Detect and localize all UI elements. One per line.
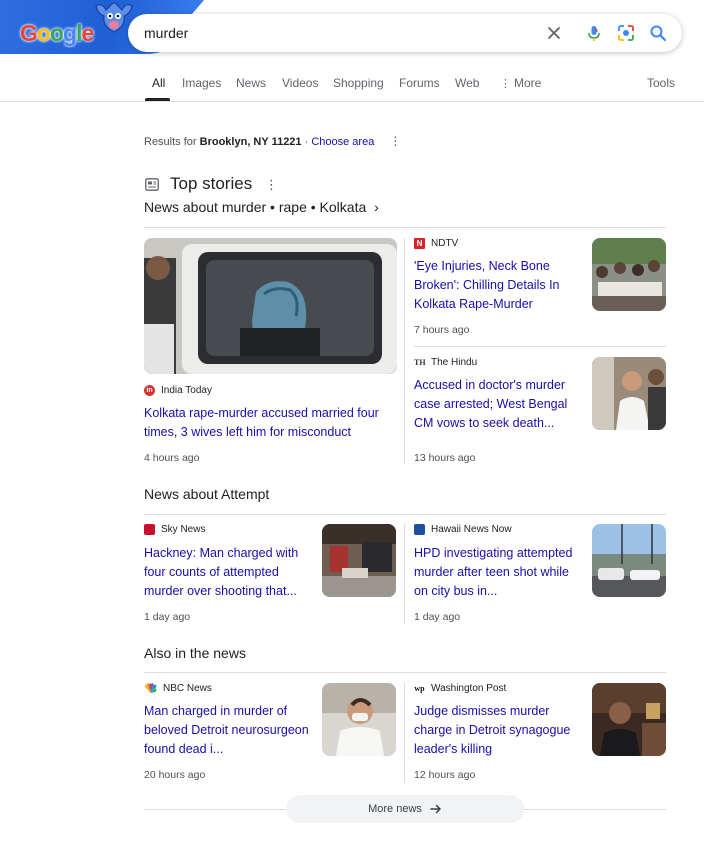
hindu-story-headline[interactable]: Accused in doctor's murder case arrested… (414, 376, 582, 433)
tab-shopping[interactable]: Shopping (333, 76, 384, 90)
camera-lens-icon[interactable] (616, 23, 636, 43)
hawaii-news-now-logo-icon (414, 524, 425, 535)
logo-letter: g (63, 20, 77, 46)
story-time: 20 hours ago (144, 769, 206, 781)
newspaper-icon (145, 178, 159, 191)
story-source: TH The Hindu (414, 357, 477, 368)
also-right-image[interactable] (592, 683, 666, 756)
ndtv-story-headline[interactable]: 'Eye Injuries, Neck Bone Broken': Chilli… (414, 257, 582, 314)
source-name: India Today (161, 385, 212, 396)
top-stories-title: Top stories ⋮ (170, 174, 278, 194)
source-name: NDTV (431, 238, 459, 249)
choose-area-link[interactable]: Choose area (311, 136, 374, 148)
courtroom-photo (592, 683, 666, 756)
featured-story-image[interactable] (144, 238, 397, 374)
location-prefix: Results for (144, 136, 200, 148)
search-tabs: All Images News Videos Shopping Forums W… (0, 70, 704, 102)
logo-letter: o (36, 20, 51, 46)
also-right-headline[interactable]: Judge dismisses murder charge in Detroit… (414, 702, 582, 759)
also-section-title: Also in the news (144, 645, 246, 661)
more-news-label: More news (368, 803, 422, 815)
source-name: Washington Post (431, 683, 507, 694)
source-name: Sky News (161, 524, 206, 535)
logo-letter: o (49, 20, 64, 46)
source-name: NBC News (163, 683, 212, 694)
attempt-right-headline[interactable]: HPD investigating attempted murder after… (414, 544, 582, 601)
more-dots-icon: ⋮ (500, 78, 511, 90)
tools-button[interactable]: Tools (647, 76, 675, 90)
story-time: 1 day ago (414, 611, 461, 623)
location-place: Brooklyn, NY 11221 (199, 136, 302, 148)
search-input[interactable] (144, 22, 524, 44)
tab-web[interactable]: Web (455, 76, 479, 90)
close-icon[interactable] (544, 23, 564, 43)
source-name: Hawaii News Now (431, 524, 512, 535)
divider (404, 683, 405, 783)
doctor-photo (322, 683, 396, 756)
search-box[interactable] (128, 14, 682, 52)
story-source: Hawaii News Now (414, 524, 512, 535)
india-today-logo-icon: in (144, 385, 155, 396)
street-photo (322, 524, 396, 597)
attempt-left-image[interactable] (322, 524, 396, 597)
top-stories-menu-icon[interactable]: ⋮ (265, 177, 278, 192)
story-time: 4 hours ago (144, 452, 200, 464)
story-source: Sky News (144, 524, 205, 535)
chevron-right-icon: › (374, 199, 379, 215)
the-hindu-logo-icon: TH (414, 358, 426, 367)
attempt-right-image[interactable] (592, 524, 666, 597)
divider (144, 672, 666, 673)
top-stories-subtitle-text: News about murder • rape • Kolkata (144, 199, 367, 215)
cm-photo (592, 357, 666, 430)
divider (414, 346, 666, 347)
divider (144, 227, 666, 228)
protest-photo (592, 238, 666, 311)
search-icon[interactable] (648, 23, 668, 43)
hindu-story-image[interactable] (592, 357, 666, 430)
tab-images[interactable]: Images (182, 76, 221, 90)
attempt-left-headline[interactable]: Hackney: Man charged with four counts of… (144, 544, 312, 601)
tab-more-label: More (514, 76, 542, 90)
sky-news-logo-icon (144, 524, 155, 535)
story-source: wp Washington Post (414, 683, 506, 694)
location-separator: · (301, 136, 312, 148)
tab-more[interactable]: ⋮ More (500, 76, 541, 90)
top-stories-heading: Top stories (170, 174, 253, 193)
story-source: N NDTV (414, 238, 458, 249)
story-time: 12 hours ago (414, 769, 476, 781)
tab-forums[interactable]: Forums (399, 76, 440, 90)
tab-news[interactable]: News (236, 76, 266, 90)
featured-story-headline[interactable]: Kolkata rape-murder accused married four… (144, 404, 397, 442)
tab-videos[interactable]: Videos (282, 76, 318, 90)
story-time: 13 hours ago (414, 452, 476, 464)
arrow-right-icon (430, 804, 441, 814)
bus-scene-photo (592, 524, 666, 597)
washington-post-logo-icon: wp (414, 684, 425, 693)
google-logo[interactable]: Google (20, 20, 94, 47)
ndtv-story-image[interactable] (592, 238, 666, 311)
story-time: 7 hours ago (414, 324, 470, 336)
mic-icon[interactable] (584, 23, 604, 43)
active-tab-indicator (145, 98, 170, 101)
top-stories-subtitle[interactable]: News about murder • rape • Kolkata › (144, 199, 379, 215)
nbc-peacock-logo-icon (144, 683, 157, 693)
featured-photo (144, 238, 397, 374)
divider (404, 238, 405, 464)
location-line: Results for Brooklyn, NY 11221 · Choose … (144, 134, 401, 148)
source-name: The Hindu (431, 357, 478, 368)
attempt-section-title: News about Attempt (144, 486, 270, 502)
ndtv-logo-icon: N (414, 238, 425, 249)
tab-all[interactable]: All (152, 76, 165, 90)
also-left-headline[interactable]: Man charged in murder of beloved Detroit… (144, 702, 312, 759)
story-time: 1 day ago (144, 611, 191, 623)
story-source: NBC News (144, 683, 212, 694)
more-options-icon[interactable]: ⋮ (389, 134, 401, 148)
divider (144, 514, 666, 515)
story-source: in India Today (144, 385, 212, 396)
logo-letter: G (20, 20, 38, 46)
more-news-button[interactable]: More news (286, 795, 524, 823)
also-left-image[interactable] (322, 683, 396, 756)
divider (404, 524, 405, 624)
